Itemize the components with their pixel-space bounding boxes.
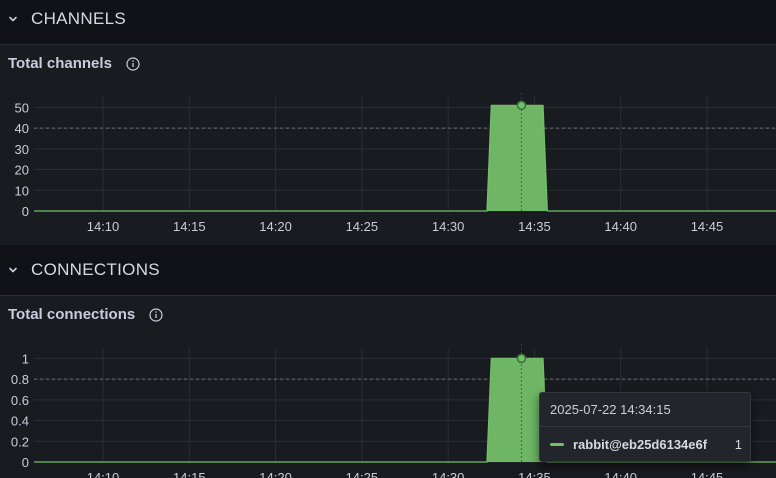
y-tick-label: 50: [15, 100, 29, 115]
tooltip-series-name: rabbit@eb25d6134e6f: [573, 437, 708, 452]
panel-total-channels: Total channels 0 10 20 30 40 50 14:10 14:15 14:2…: [0, 44, 776, 245]
y-tick-label: 0.6: [11, 393, 29, 408]
y-tick-label: 0.4: [11, 414, 29, 429]
y-tick-label: 0: [22, 455, 29, 470]
series-color-swatch: [550, 443, 564, 446]
chevron-down-icon[interactable]: [6, 263, 20, 277]
row-header-connections[interactable]: CONNECTIONS: [0, 251, 776, 289]
hover-point: [516, 353, 527, 364]
x-tick-label: 14:40: [604, 219, 637, 234]
series-area: [34, 105, 776, 211]
x-tick-label: 14:20: [259, 219, 292, 234]
x-tick-label: 14:25: [346, 219, 379, 234]
tooltip-timestamp: 2025-07-22 14:34:15: [550, 402, 671, 417]
x-tick-label: 14:30: [432, 219, 465, 234]
tooltip-series-value: 1: [734, 437, 742, 452]
y-tick-label: 40: [15, 121, 29, 136]
chart-tooltip: 2025-07-22 14:34:15 rabbit@eb25d6134e6f …: [539, 392, 751, 462]
row-title: CHANNELS: [31, 9, 126, 28]
row-title: CONNECTIONS: [31, 260, 160, 279]
x-tick-label: 14:45: [691, 219, 724, 234]
y-tick-label: 0.8: [11, 372, 29, 387]
hover-point: [516, 100, 527, 111]
y-tick-label: 10: [15, 183, 29, 198]
y-tick-label: 1: [22, 351, 29, 366]
x-tick-label: 14:35: [518, 219, 551, 234]
row-header-channels[interactable]: CHANNELS: [0, 0, 776, 38]
chart-total-channels[interactable]: 0 10 20 30 40 50 14:10 14:15 14:20 14:25 14:30 14:3…: [0, 45, 776, 245]
x-tick-label: 14:10: [87, 219, 120, 234]
y-tick-label: 20: [15, 163, 29, 178]
tooltip-divider: [540, 426, 750, 427]
series-line: [34, 104, 776, 212]
y-tick-label: 30: [15, 142, 29, 157]
x-tick-label: 14:15: [173, 219, 206, 234]
tooltip-series-row: rabbit@eb25d6134e6f 1: [550, 437, 742, 452]
y-tick-label: 0: [22, 204, 29, 219]
y-tick-label: 0.2: [11, 434, 29, 449]
chevron-down-icon[interactable]: [6, 12, 20, 26]
